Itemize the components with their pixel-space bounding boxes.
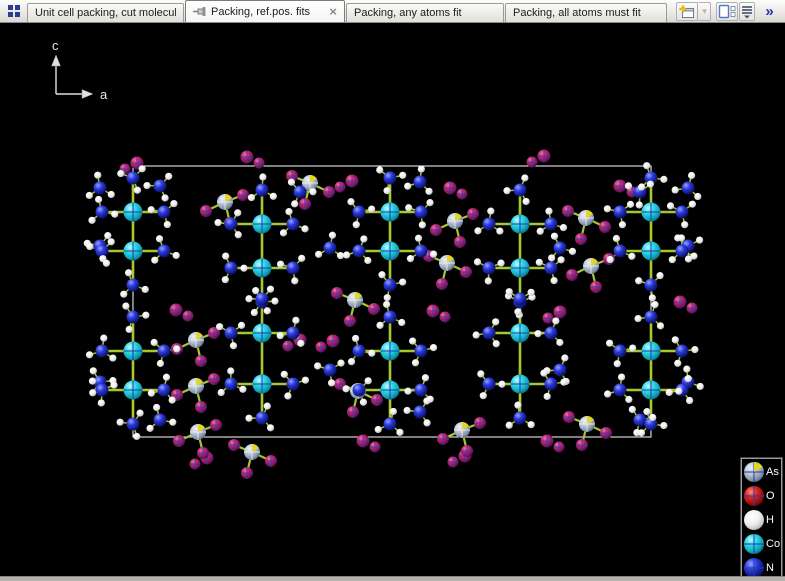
close-tab-icon[interactable]: × xyxy=(329,5,337,18)
legend-item-co: Co xyxy=(742,532,781,556)
legend-label-o: O xyxy=(766,490,775,502)
new-window-icon xyxy=(679,5,695,19)
window-layout-icon xyxy=(718,4,736,19)
legend-label-co: Co xyxy=(766,538,780,550)
axis-label-a: a xyxy=(100,87,108,102)
arrange-windows-button[interactable] xyxy=(716,2,738,21)
overflow-button[interactable]: » xyxy=(756,2,782,21)
co-sphere-icon xyxy=(743,533,765,555)
o-sphere-icon xyxy=(743,485,765,507)
as-sphere-icon xyxy=(743,461,765,483)
tab-label: Packing, any atoms fit xyxy=(354,7,496,19)
tab-label: Packing, all atoms must fit xyxy=(513,7,659,19)
axis-label-c: c xyxy=(52,38,59,53)
legend-item-h: H xyxy=(742,508,781,532)
structure-canvas[interactable]: ca xyxy=(0,23,785,576)
legend-label-as: As xyxy=(766,466,779,478)
element-legend: As OH Co N xyxy=(741,458,782,581)
tab-unit-cell-packing-cut-molecul[interactable]: Unit cell packing, cut molecul... xyxy=(27,3,184,22)
tab-packing-ref-pos-fits[interactable]: Packing, ref.pos. fits × xyxy=(185,0,345,22)
tab-grid-button[interactable] xyxy=(0,0,27,22)
tab-list-icon xyxy=(741,4,753,19)
tab-label: Packing, ref.pos. fits xyxy=(211,6,323,18)
tab-packing-all-atoms-must-fit[interactable]: Packing, all atoms must fit xyxy=(505,3,667,22)
axis-triad: ca xyxy=(52,38,109,102)
legend-item-o: O xyxy=(742,484,781,508)
h-sphere-icon xyxy=(743,509,765,531)
tab-packing-any-atoms-fit[interactable]: Packing, any atoms fit xyxy=(346,3,504,22)
double-chevron-icon: » xyxy=(765,3,772,20)
tab-list-button[interactable] xyxy=(739,2,755,21)
legend-label-n: N xyxy=(766,562,774,574)
pin-icon xyxy=(193,6,206,17)
tab-strip: Unit cell packing, cut molecul... Packing… xyxy=(27,0,668,22)
tab-bar: Unit cell packing, cut molecul... Packing… xyxy=(0,0,785,23)
application-window: Unit cell packing, cut molecul... Packing… xyxy=(0,0,785,581)
new-view-button[interactable] xyxy=(676,2,698,21)
cobalt-atoms-layer[interactable] xyxy=(124,203,661,400)
legend-item-as: As xyxy=(742,460,781,484)
legend-label-h: H xyxy=(766,514,774,526)
tab-toolbar: ▾ » xyxy=(676,2,782,21)
new-view-dropdown[interactable]: ▾ xyxy=(699,2,711,21)
chevron-down-icon: ▾ xyxy=(702,6,707,17)
tab-label: Unit cell packing, cut molecul... xyxy=(35,7,176,19)
window-bottom-edge xyxy=(0,576,785,581)
tiles-icon xyxy=(8,5,20,17)
structure-viewport[interactable]: ca xyxy=(0,23,785,576)
